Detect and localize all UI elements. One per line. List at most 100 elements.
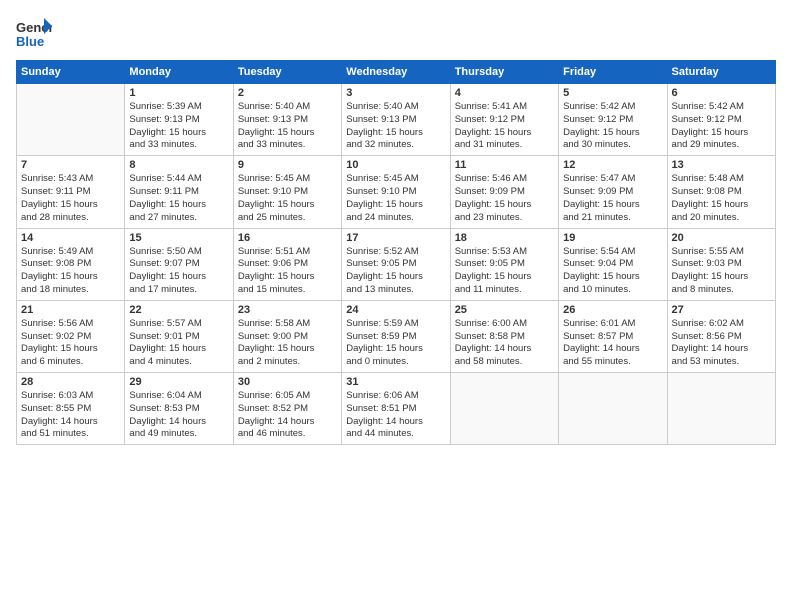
day-cell: 8 Sunrise: 5:44 AM Sunset: 9:11 PM Daylig… <box>125 156 233 228</box>
day-number: 3 <box>346 87 445 99</box>
day-cell: 30 Sunrise: 6:05 AM Sunset: 8:52 PM Dayli… <box>233 373 341 445</box>
day-number: 21 <box>21 304 120 316</box>
day-info: Sunrise: 5:58 AM Sunset: 9:00 PM Dayligh… <box>238 318 337 369</box>
day-info: Sunrise: 6:02 AM Sunset: 8:56 PM Dayligh… <box>672 318 771 369</box>
day-number: 11 <box>455 159 554 171</box>
day-number: 12 <box>563 159 662 171</box>
day-number: 22 <box>129 304 228 316</box>
day-cell: 20 Sunrise: 5:55 AM Sunset: 9:03 PM Dayli… <box>667 228 775 300</box>
col-header-wednesday: Wednesday <box>342 61 450 84</box>
col-header-friday: Friday <box>559 61 667 84</box>
day-info: Sunrise: 5:40 AM Sunset: 9:13 PM Dayligh… <box>238 101 337 152</box>
day-info: Sunrise: 6:05 AM Sunset: 8:52 PM Dayligh… <box>238 390 337 441</box>
logo: General Blue <box>16 16 52 52</box>
day-number: 29 <box>129 376 228 388</box>
calendar-table: SundayMondayTuesdayWednesdayThursdayFrid… <box>16 60 776 445</box>
day-number: 1 <box>129 87 228 99</box>
day-info: Sunrise: 6:00 AM Sunset: 8:58 PM Dayligh… <box>455 318 554 369</box>
week-row-2: 7 Sunrise: 5:43 AM Sunset: 9:11 PM Daylig… <box>17 156 776 228</box>
day-info: Sunrise: 6:01 AM Sunset: 8:57 PM Dayligh… <box>563 318 662 369</box>
day-number: 25 <box>455 304 554 316</box>
day-cell: 15Sunrise: 5:50 AM Sunset: 9:07 PM Dayli… <box>125 228 233 300</box>
col-header-tuesday: Tuesday <box>233 61 341 84</box>
day-info: Sunrise: 5:56 AM Sunset: 9:02 PM Dayligh… <box>21 318 120 369</box>
day-cell: 21 Sunrise: 5:56 AM Sunset: 9:02 PM Dayli… <box>17 300 125 372</box>
day-number: 13 <box>672 159 771 171</box>
day-info: Sunrise: 5:43 AM Sunset: 9:11 PM Dayligh… <box>21 173 120 224</box>
day-cell: 10 Sunrise: 5:45 AM Sunset: 9:10 PM Dayli… <box>342 156 450 228</box>
day-cell: 29 Sunrise: 6:04 AM Sunset: 8:53 PM Dayli… <box>125 373 233 445</box>
day-cell: 24 Sunrise: 5:59 AM Sunset: 8:59 PM Dayli… <box>342 300 450 372</box>
day-info: Sunrise: 5:39 AM Sunset: 9:13 PM Dayligh… <box>129 101 228 152</box>
day-cell <box>559 373 667 445</box>
day-cell: 7 Sunrise: 5:43 AM Sunset: 9:11 PM Daylig… <box>17 156 125 228</box>
day-cell: 6Sunrise: 5:42 AM Sunset: 9:12 PM Daylig… <box>667 84 775 156</box>
day-number: 14 <box>21 232 120 244</box>
day-number: 30 <box>238 376 337 388</box>
day-info: Sunrise: 5:50 AM Sunset: 9:07 PM Dayligh… <box>129 246 228 297</box>
day-cell <box>17 84 125 156</box>
day-cell: 2 Sunrise: 5:40 AM Sunset: 9:13 PM Daylig… <box>233 84 341 156</box>
day-info: Sunrise: 6:06 AM Sunset: 8:51 PM Dayligh… <box>346 390 445 441</box>
day-info: Sunrise: 6:03 AM Sunset: 8:55 PM Dayligh… <box>21 390 120 441</box>
day-info: Sunrise: 6:04 AM Sunset: 8:53 PM Dayligh… <box>129 390 228 441</box>
day-number: 5 <box>563 87 662 99</box>
col-header-thursday: Thursday <box>450 61 558 84</box>
day-number: 16 <box>238 232 337 244</box>
day-info: Sunrise: 5:55 AM Sunset: 9:03 PM Dayligh… <box>672 246 771 297</box>
day-cell: 18 Sunrise: 5:53 AM Sunset: 9:05 PM Dayli… <box>450 228 558 300</box>
day-cell: 25 Sunrise: 6:00 AM Sunset: 8:58 PM Dayli… <box>450 300 558 372</box>
week-row-1: 1 Sunrise: 5:39 AM Sunset: 9:13 PM Daylig… <box>17 84 776 156</box>
day-cell: 11 Sunrise: 5:46 AM Sunset: 9:09 PM Dayli… <box>450 156 558 228</box>
day-cell: 27 Sunrise: 6:02 AM Sunset: 8:56 PM Dayli… <box>667 300 775 372</box>
day-cell: 17 Sunrise: 5:52 AM Sunset: 9:05 PM Dayli… <box>342 228 450 300</box>
day-info: Sunrise: 5:53 AM Sunset: 9:05 PM Dayligh… <box>455 246 554 297</box>
day-cell: 1 Sunrise: 5:39 AM Sunset: 9:13 PM Daylig… <box>125 84 233 156</box>
col-header-sunday: Sunday <box>17 61 125 84</box>
day-info: Sunrise: 5:46 AM Sunset: 9:09 PM Dayligh… <box>455 173 554 224</box>
day-info: Sunrise: 5:52 AM Sunset: 9:05 PM Dayligh… <box>346 246 445 297</box>
day-info: Sunrise: 5:45 AM Sunset: 9:10 PM Dayligh… <box>238 173 337 224</box>
day-number: 18 <box>455 232 554 244</box>
day-cell: 14 Sunrise: 5:49 AM Sunset: 9:08 PM Dayli… <box>17 228 125 300</box>
day-number: 19 <box>563 232 662 244</box>
day-cell: 4 Sunrise: 5:41 AM Sunset: 9:12 PM Daylig… <box>450 84 558 156</box>
page-header: General Blue <box>16 16 776 52</box>
day-number: 17 <box>346 232 445 244</box>
day-number: 20 <box>672 232 771 244</box>
day-number: 8 <box>129 159 228 171</box>
day-number: 7 <box>21 159 120 171</box>
day-cell: 19 Sunrise: 5:54 AM Sunset: 9:04 PM Dayli… <box>559 228 667 300</box>
day-number: 10 <box>346 159 445 171</box>
logo-icon: General Blue <box>16 16 52 52</box>
day-info: Sunrise: 5:57 AM Sunset: 9:01 PM Dayligh… <box>129 318 228 369</box>
day-info: Sunrise: 5:47 AM Sunset: 9:09 PM Dayligh… <box>563 173 662 224</box>
day-number: 27 <box>672 304 771 316</box>
calendar-header-row: SundayMondayTuesdayWednesdayThursdayFrid… <box>17 61 776 84</box>
day-cell <box>667 373 775 445</box>
day-info: Sunrise: 5:42 AM Sunset: 9:12 PM Dayligh… <box>563 101 662 152</box>
week-row-3: 14 Sunrise: 5:49 AM Sunset: 9:08 PM Dayli… <box>17 228 776 300</box>
day-number: 28 <box>21 376 120 388</box>
day-info: Sunrise: 5:41 AM Sunset: 9:12 PM Dayligh… <box>455 101 554 152</box>
day-number: 26 <box>563 304 662 316</box>
day-number: 2 <box>238 87 337 99</box>
day-cell: 28 Sunrise: 6:03 AM Sunset: 8:55 PM Dayli… <box>17 373 125 445</box>
day-number: 4 <box>455 87 554 99</box>
day-cell: 12 Sunrise: 5:47 AM Sunset: 9:09 PM Dayli… <box>559 156 667 228</box>
day-cell: 3Sunrise: 5:40 AM Sunset: 9:13 PM Daylig… <box>342 84 450 156</box>
day-number: 9 <box>238 159 337 171</box>
day-cell: 31Sunrise: 6:06 AM Sunset: 8:51 PM Dayli… <box>342 373 450 445</box>
day-number: 24 <box>346 304 445 316</box>
day-cell: 22 Sunrise: 5:57 AM Sunset: 9:01 PM Dayli… <box>125 300 233 372</box>
day-info: Sunrise: 5:44 AM Sunset: 9:11 PM Dayligh… <box>129 173 228 224</box>
day-info: Sunrise: 5:45 AM Sunset: 9:10 PM Dayligh… <box>346 173 445 224</box>
day-cell: 5 Sunrise: 5:42 AM Sunset: 9:12 PM Daylig… <box>559 84 667 156</box>
day-info: Sunrise: 5:49 AM Sunset: 9:08 PM Dayligh… <box>21 246 120 297</box>
day-info: Sunrise: 5:51 AM Sunset: 9:06 PM Dayligh… <box>238 246 337 297</box>
col-header-saturday: Saturday <box>667 61 775 84</box>
day-info: Sunrise: 5:48 AM Sunset: 9:08 PM Dayligh… <box>672 173 771 224</box>
day-number: 6 <box>672 87 771 99</box>
day-info: Sunrise: 5:59 AM Sunset: 8:59 PM Dayligh… <box>346 318 445 369</box>
day-info: Sunrise: 5:54 AM Sunset: 9:04 PM Dayligh… <box>563 246 662 297</box>
